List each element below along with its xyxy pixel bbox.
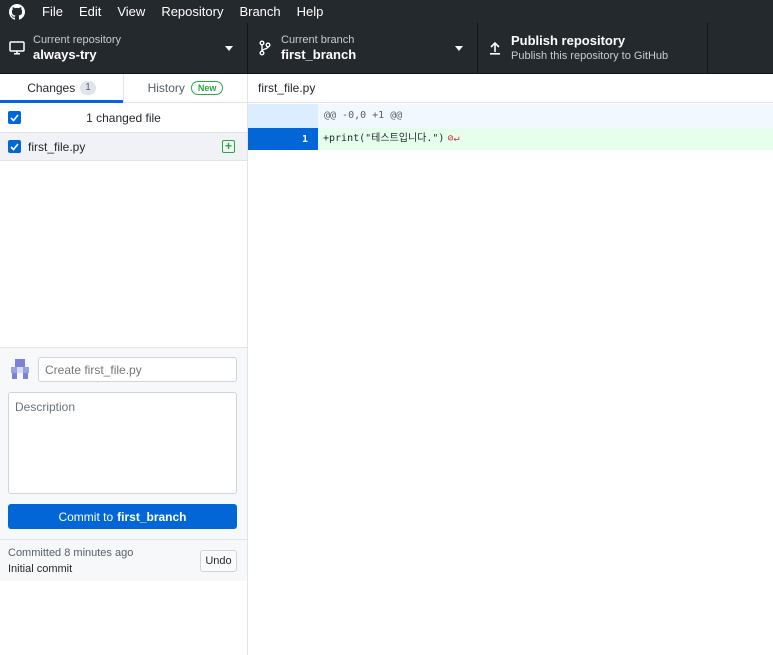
diff-hunk-header: @@ -0,0 +1 @@ bbox=[248, 104, 773, 128]
avatar bbox=[9, 358, 31, 380]
changed-files-summary: 1 changed file bbox=[86, 110, 161, 125]
tab-changes[interactable]: Changes 1 bbox=[0, 74, 123, 103]
menu-view[interactable]: View bbox=[109, 0, 153, 23]
repository-caption: Current repository bbox=[33, 34, 122, 46]
github-logo-icon bbox=[0, 0, 34, 23]
select-all-checkbox[interactable] bbox=[8, 111, 21, 124]
line-content: +print("테스트입니다.") bbox=[323, 133, 445, 144]
hunk-header-text: @@ -0,0 +1 @@ bbox=[324, 110, 403, 121]
changes-count-badge: 1 bbox=[80, 81, 96, 95]
branch-caption: Current branch bbox=[281, 34, 355, 46]
publish-title: Publish repository bbox=[511, 33, 626, 48]
sidebar-tabs: Changes 1 History New bbox=[0, 74, 247, 103]
line-number: 1 bbox=[301, 133, 308, 145]
last-commit-panel: Committed 8 minutes ago Initial commit U… bbox=[0, 539, 247, 581]
menu-file[interactable]: File bbox=[34, 0, 71, 23]
undo-button[interactable]: Undo bbox=[200, 550, 237, 572]
commit-summary-input[interactable] bbox=[38, 357, 237, 382]
chevron-down-icon bbox=[225, 46, 233, 51]
current-repository-dropdown[interactable]: Current repository always-try bbox=[0, 23, 248, 73]
menu-branch[interactable]: Branch bbox=[231, 0, 288, 23]
menu-repository[interactable]: Repository bbox=[153, 0, 231, 23]
commit-panel: Description Commit to first_branch bbox=[0, 347, 247, 539]
current-branch-dropdown[interactable]: Current branch first_branch bbox=[248, 23, 478, 73]
diff-file-header: first_file.py bbox=[248, 74, 773, 103]
repository-name: always-try bbox=[33, 47, 97, 62]
line-number-gutter[interactable]: 1 bbox=[248, 128, 318, 150]
publish-subtitle: Publish this repository to GitHub bbox=[511, 50, 669, 62]
check-icon bbox=[10, 142, 19, 151]
file-added-icon: + bbox=[222, 140, 235, 153]
changed-file-row[interactable]: first_file.py + bbox=[0, 133, 247, 161]
chevron-down-icon bbox=[455, 46, 463, 51]
tab-history[interactable]: History New bbox=[123, 74, 247, 102]
last-commit-message: Initial commit bbox=[8, 563, 73, 575]
commit-description-input[interactable]: Description bbox=[8, 392, 237, 494]
new-badge: New bbox=[190, 81, 224, 95]
git-branch-icon bbox=[248, 40, 281, 56]
commit-button[interactable]: Commit to first_branch bbox=[8, 504, 237, 529]
changes-header: 1 changed file bbox=[0, 103, 247, 133]
diff-added-line: 1 +print("테스트입니다.") ⊘↵ bbox=[248, 128, 773, 150]
menu-bar: File Edit View Repository Branch Help bbox=[0, 0, 773, 23]
no-newline-icon: ⊘↵ bbox=[447, 133, 460, 144]
hunk-gutter[interactable] bbox=[248, 104, 318, 128]
desktop-icon bbox=[0, 41, 33, 55]
file-name: first_file.py bbox=[28, 139, 86, 154]
upload-arrow-icon bbox=[478, 41, 511, 55]
publish-repository-button[interactable]: Publish repository Publish this reposito… bbox=[478, 23, 708, 73]
file-checkbox[interactable] bbox=[8, 140, 21, 153]
menu-help[interactable]: Help bbox=[289, 0, 332, 23]
commit-button-branch: first_branch bbox=[117, 509, 187, 524]
check-icon bbox=[10, 113, 19, 122]
toolbar: Current repository always-try Current br… bbox=[0, 23, 773, 74]
last-commit-time: Committed 8 minutes ago bbox=[8, 547, 134, 559]
commit-button-prefix: Commit to bbox=[58, 509, 114, 524]
menu-edit[interactable]: Edit bbox=[71, 0, 109, 23]
branch-name: first_branch bbox=[281, 47, 357, 62]
tab-changes-label: Changes bbox=[27, 81, 76, 95]
tab-history-label: History bbox=[147, 81, 185, 95]
